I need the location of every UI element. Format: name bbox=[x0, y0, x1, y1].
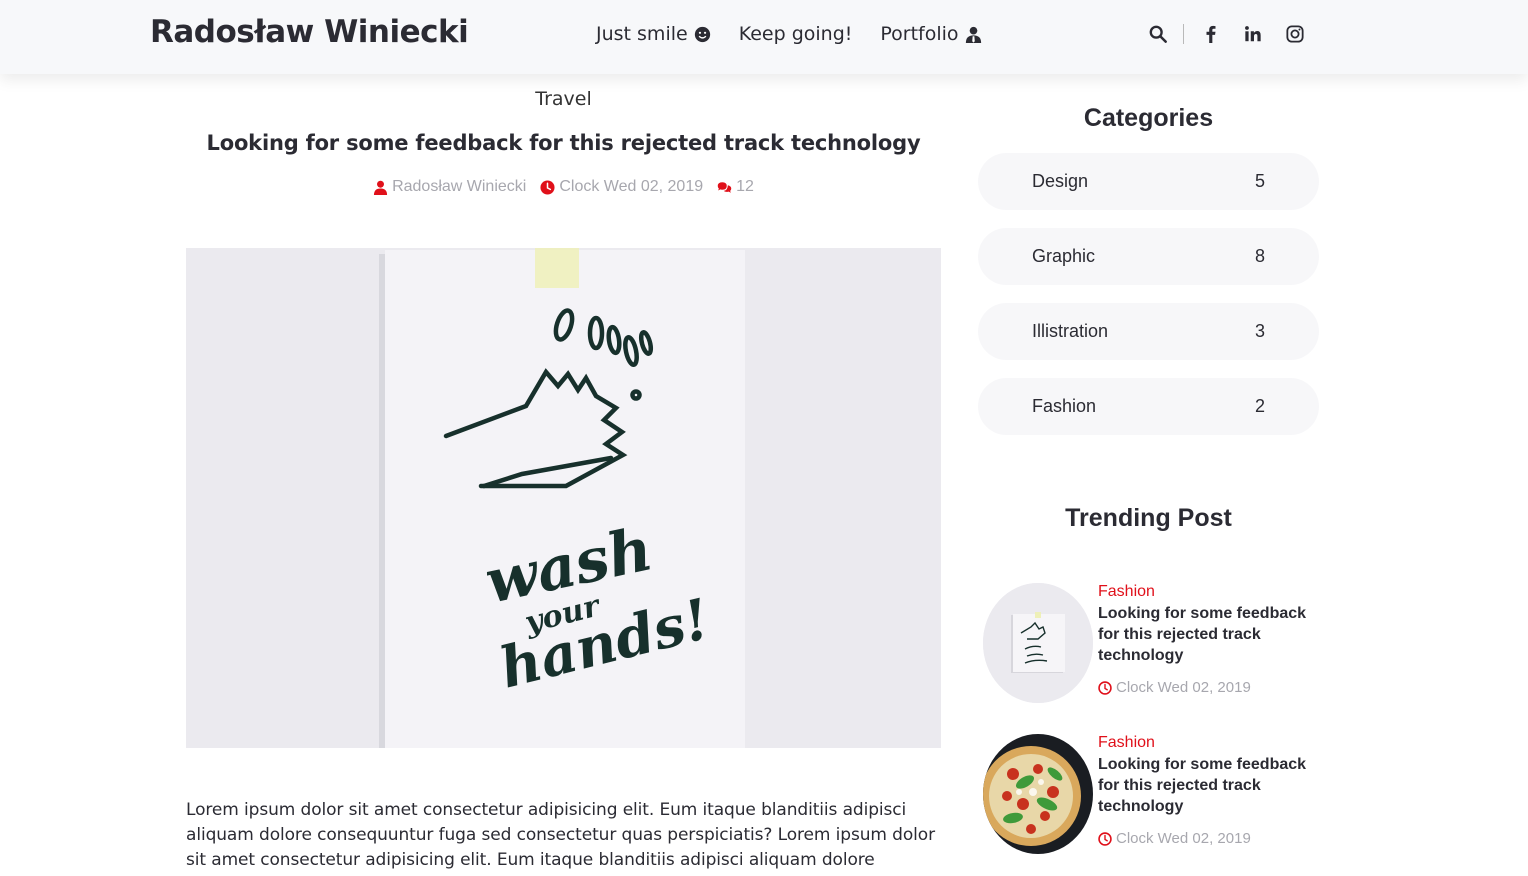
trending-category[interactable]: Fashion bbox=[1098, 734, 1155, 752]
trending-title[interactable]: Looking for some feedback for this rejec… bbox=[1098, 754, 1318, 817]
trending-post: Fashion Looking for some feedback for th… bbox=[983, 583, 1328, 703]
meta-author[interactable]: Radosław Winiecki bbox=[373, 178, 526, 196]
clock-icon bbox=[540, 179, 555, 195]
clock-icon bbox=[1098, 680, 1112, 695]
trending-date: Clock Wed 02, 2019 bbox=[1098, 830, 1251, 847]
meta-comments[interactable]: 12 bbox=[717, 178, 754, 196]
category-design[interactable]: Design 5 bbox=[978, 153, 1319, 210]
linkedin-icon[interactable] bbox=[1242, 22, 1264, 46]
article-category[interactable]: Travel bbox=[186, 88, 941, 110]
nav-portfolio[interactable]: Portfolio bbox=[880, 23, 981, 45]
comments-icon bbox=[717, 181, 732, 193]
category-name: Illistration bbox=[1032, 321, 1109, 341]
nav-label: Portfolio bbox=[880, 23, 959, 45]
trending-date-text: Clock Wed 02, 2019 bbox=[1116, 830, 1251, 847]
article-title[interactable]: Looking for some feedback for this rejec… bbox=[186, 131, 941, 155]
category-graphic[interactable]: Graphic 8 bbox=[978, 228, 1319, 285]
site-brand[interactable]: Radosław Winiecki bbox=[150, 14, 469, 50]
nav-label: Keep going! bbox=[738, 23, 853, 45]
trending-category[interactable]: Fashion bbox=[1098, 583, 1155, 601]
article-hero-image: wash your hands! bbox=[186, 248, 941, 748]
meta-date: Clock Wed 02, 2019 bbox=[540, 178, 703, 196]
nav-keep-going[interactable]: Keep going! bbox=[739, 23, 853, 45]
comment-count: 12 bbox=[736, 178, 754, 195]
article-meta: Radosław Winiecki Clock Wed 02, 2019 12 bbox=[186, 178, 941, 196]
nav-label: Just smile bbox=[596, 23, 688, 45]
site-header: Radosław Winiecki Just smile Keep going!… bbox=[0, 0, 1528, 74]
trending-post: Fashion Looking for some feedback for th… bbox=[983, 734, 1328, 854]
categories-list: Design 5 Graphic 8 Illistration 3 Fashio… bbox=[978, 153, 1319, 453]
category-count: 3 bbox=[1254, 321, 1265, 341]
trending-thumb-wash-hands[interactable] bbox=[983, 583, 1093, 703]
category-count: 2 bbox=[1254, 396, 1265, 416]
nav-just-smile[interactable]: Just smile bbox=[596, 23, 711, 45]
trending-date-text: Clock Wed 02, 2019 bbox=[1116, 679, 1251, 696]
category-name: Fashion bbox=[1032, 396, 1097, 416]
category-count: 5 bbox=[1254, 171, 1265, 191]
header-icons bbox=[1147, 22, 1306, 46]
category-illistration[interactable]: Illistration 3 bbox=[978, 303, 1319, 360]
article-date: Clock Wed 02, 2019 bbox=[559, 178, 704, 195]
header-divider bbox=[1183, 24, 1184, 44]
facebook-icon[interactable] bbox=[1200, 22, 1222, 46]
user-icon bbox=[374, 180, 388, 195]
main-nav: Just smile Keep going! Portfolio bbox=[596, 23, 982, 45]
category-count: 8 bbox=[1254, 246, 1265, 266]
category-name: Design bbox=[1032, 171, 1089, 191]
category-fashion[interactable]: Fashion 2 bbox=[978, 378, 1319, 435]
search-icon[interactable] bbox=[1147, 22, 1169, 46]
category-name: Graphic bbox=[1032, 246, 1096, 266]
trending-heading: Trending Post bbox=[1065, 504, 1232, 532]
clock-icon bbox=[1098, 831, 1112, 846]
categories-heading: Categories bbox=[1083, 104, 1214, 132]
trending-thumb-pizza[interactable] bbox=[983, 734, 1093, 854]
author-name: Radosław Winiecki bbox=[392, 178, 527, 195]
user-tie-icon bbox=[965, 26, 981, 43]
instagram-icon[interactable] bbox=[1284, 22, 1306, 46]
trending-title[interactable]: Looking for some feedback for this rejec… bbox=[1098, 603, 1318, 666]
smile-icon bbox=[694, 26, 710, 42]
trending-date: Clock Wed 02, 2019 bbox=[1098, 679, 1251, 696]
article-body: Lorem ipsum dolor sit amet consectetur a… bbox=[186, 800, 935, 876]
